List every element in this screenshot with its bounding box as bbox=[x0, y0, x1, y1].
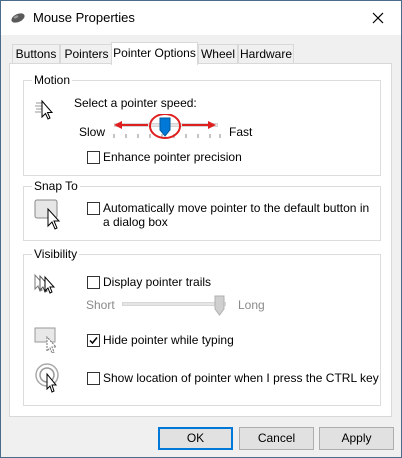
title-bar: Mouse Properties bbox=[1, 1, 401, 35]
tab-hardware[interactable]: Hardware bbox=[238, 44, 294, 63]
snap-to-group: Snap To Automatically move pointer to th… bbox=[23, 179, 381, 241]
hide-pointer-icon bbox=[34, 327, 58, 354]
hide-pointer-checkbox[interactable] bbox=[87, 334, 100, 347]
snap-to-icon bbox=[34, 199, 61, 230]
show-location-icon bbox=[35, 363, 59, 393]
trails-slider-thumb-icon[interactable] bbox=[214, 295, 226, 317]
visibility-group-title: Visibility bbox=[32, 247, 80, 261]
tab-buttons[interactable]: Buttons bbox=[12, 44, 60, 63]
enhance-precision-checkbox[interactable] bbox=[87, 151, 100, 164]
window-title: Mouse Properties bbox=[33, 10, 135, 25]
pointer-options-panel: Motion Select a pointer speed: Slow Fast bbox=[9, 63, 392, 417]
mouse-properties-window: Mouse Properties Buttons Pointers Pointe… bbox=[0, 0, 402, 458]
checkmark-icon bbox=[89, 337, 98, 345]
slider-thumb-icon bbox=[159, 117, 171, 137]
pointer-trails-checkbox[interactable] bbox=[87, 276, 100, 289]
apply-button[interactable]: Apply bbox=[319, 427, 394, 450]
pointer-speed-slider[interactable] bbox=[106, 114, 226, 142]
close-icon bbox=[372, 12, 384, 24]
trails-short-label: Short bbox=[86, 298, 115, 312]
enhance-precision-label: Enhance pointer precision bbox=[103, 150, 242, 164]
motion-group: Motion Select a pointer speed: Slow Fast bbox=[23, 73, 381, 176]
snap-to-checkbox[interactable] bbox=[87, 202, 100, 215]
snap-to-label: Automatically move pointer to the defaul… bbox=[103, 201, 370, 229]
motion-group-title: Motion bbox=[32, 73, 73, 87]
close-button[interactable] bbox=[355, 1, 401, 35]
tab-pointer-options[interactable]: Pointer Options bbox=[111, 42, 198, 65]
trails-long-label: Long bbox=[238, 298, 265, 312]
mouse-icon bbox=[11, 13, 25, 23]
pointer-trails-label: Display pointer trails bbox=[103, 275, 212, 289]
slow-label: Slow bbox=[79, 125, 106, 139]
ok-button[interactable]: OK bbox=[158, 427, 233, 450]
cancel-button[interactable]: Cancel bbox=[239, 427, 314, 450]
hide-pointer-label: Hide pointer while typing bbox=[103, 333, 234, 347]
visibility-group: Visibility Display pointer trails Short … bbox=[23, 247, 381, 406]
tab-pointers[interactable]: Pointers bbox=[60, 44, 113, 63]
tab-strip: Buttons Pointers Pointer Options Wheel H… bbox=[9, 42, 393, 65]
trails-length-slider-track[interactable] bbox=[122, 302, 226, 306]
fast-label: Fast bbox=[229, 125, 253, 139]
pointer-trails-icon bbox=[34, 273, 56, 294]
snap-to-group-title: Snap To bbox=[32, 179, 80, 193]
show-location-checkbox[interactable] bbox=[87, 372, 100, 385]
tab-wheel[interactable]: Wheel bbox=[198, 44, 238, 63]
pointer-speed-icon bbox=[35, 99, 54, 120]
pointer-speed-label: Select a pointer speed: bbox=[74, 96, 197, 110]
show-location-label: Show location of pointer when I press th… bbox=[103, 371, 379, 385]
